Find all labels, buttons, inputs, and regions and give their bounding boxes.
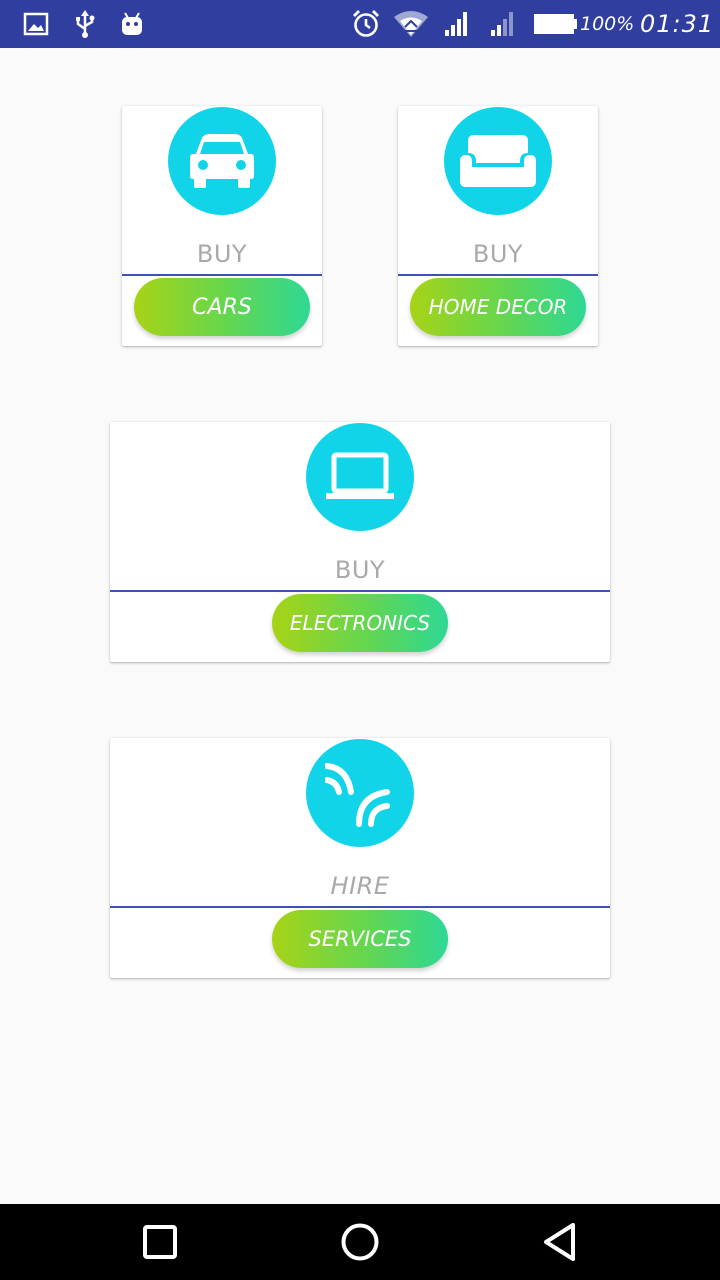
signal-icon bbox=[442, 0, 472, 48]
battery-icon bbox=[532, 0, 578, 48]
card-verb: BUY bbox=[472, 240, 524, 268]
card-cars[interactable]: BUY CARS bbox=[122, 106, 322, 346]
signal-icon bbox=[488, 0, 518, 48]
card-home-decor[interactable]: BUY HOME DECOR bbox=[398, 106, 598, 346]
card-divider bbox=[122, 274, 322, 276]
alarm-icon bbox=[350, 0, 382, 48]
back-icon[interactable] bbox=[500, 1204, 620, 1280]
home-icon[interactable] bbox=[300, 1204, 420, 1280]
navigation-bar bbox=[0, 1204, 720, 1280]
category-grid: BUY CARS BUY HOME DECOR BUY ELECTRONICS bbox=[0, 48, 720, 1204]
recents-icon[interactable] bbox=[100, 1204, 220, 1280]
wifi-icon bbox=[392, 0, 430, 48]
services-icon bbox=[306, 739, 414, 847]
usb-icon bbox=[72, 0, 98, 48]
card-divider bbox=[398, 274, 598, 276]
battery-percent: 100% bbox=[580, 13, 635, 35]
car-icon bbox=[168, 107, 276, 215]
cars-button[interactable]: CARS bbox=[134, 278, 310, 336]
android-icon bbox=[118, 0, 146, 48]
services-button[interactable]: SERVICES bbox=[272, 910, 448, 968]
image-icon bbox=[22, 0, 50, 48]
status-bar: 100% 01:31 bbox=[0, 0, 720, 48]
card-verb: BUY bbox=[196, 240, 248, 268]
sofa-icon bbox=[444, 107, 552, 215]
card-verb: HIRE bbox=[330, 872, 390, 900]
card-divider bbox=[110, 590, 610, 592]
laptop-icon bbox=[306, 423, 414, 531]
card-services[interactable]: HIRE SERVICES bbox=[110, 738, 610, 978]
card-divider bbox=[110, 906, 610, 908]
status-time: 01:31 bbox=[640, 10, 715, 38]
card-verb: BUY bbox=[334, 556, 386, 584]
electronics-button[interactable]: ELECTRONICS bbox=[272, 594, 448, 652]
home-decor-button[interactable]: HOME DECOR bbox=[410, 278, 586, 336]
card-electronics[interactable]: BUY ELECTRONICS bbox=[110, 422, 610, 662]
